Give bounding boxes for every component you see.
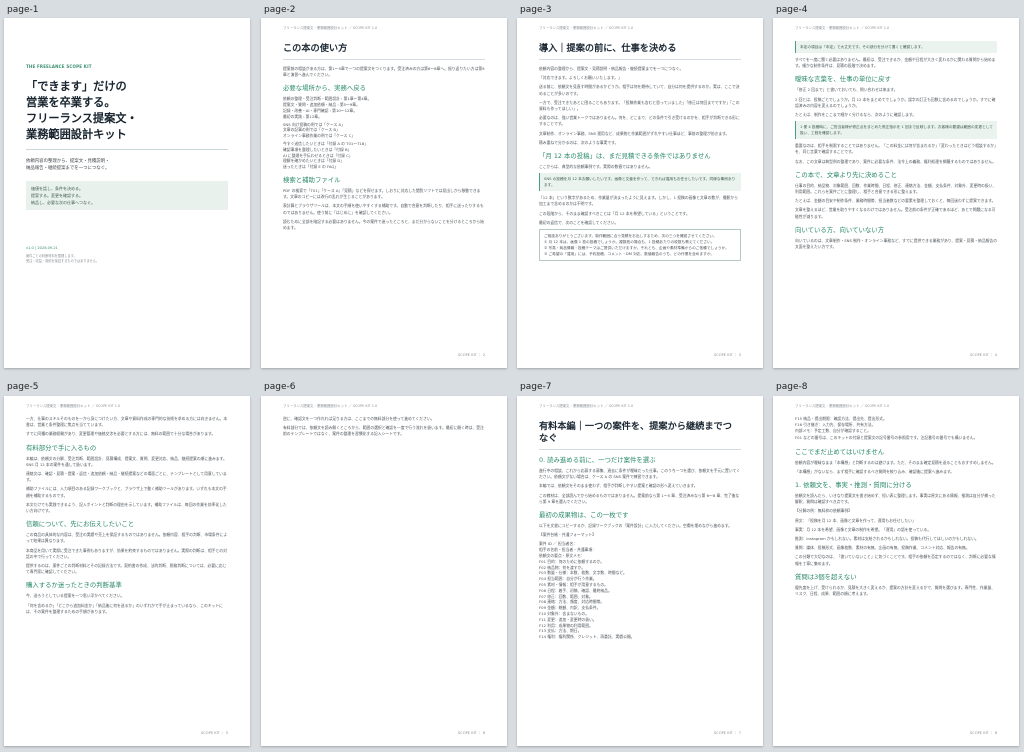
running-header: フリーランス提案文・業務範囲設計キット ／ SCOPE KIT 1.0 (283, 404, 378, 408)
note-callout: 本定の項目は「本定」で大丈夫です。その部分を分けて書くと確認します。 (795, 41, 997, 53)
section-heading: 有料部分で手に入るもの (26, 443, 97, 452)
page-title: 導入｜提案の前に、仕事を決める (539, 43, 741, 60)
page-footer: SCOPE KIT ｜ 7 (714, 731, 741, 735)
section-heading: 曖昧な言葉を、仕事の単位に戻す (795, 75, 891, 84)
section-heading: 向いている方、向いていない方 (795, 225, 885, 234)
page-label-3: page-3 (520, 5, 552, 15)
example-callout: 1 便 4 投稿時に、ご担当者様が修正点をまとめた修正指示を 1 回まで反映しま… (795, 121, 997, 140)
chapter-list: 依頼の整理・受注判断・範囲設計 : 第1章〜第4章。 提案文・質問・追加依頼・納… (283, 96, 372, 119)
page-6[interactable]: フリーランス提案文・業務範囲設計キット ／ SCOPE KIT 1.0 逆に、確… (261, 396, 507, 746)
section-heading: この本で、文章より先に決めること (795, 170, 897, 179)
section-heading: 最初の成果物は、この一枚です (539, 511, 629, 520)
page-5[interactable]: フリーランス提案文・業務範囲設計キット ／ SCOPE KIT 1.0 一方、仕… (4, 396, 250, 746)
page-footer: SCOPE KIT ｜ 4 (970, 353, 997, 357)
page-label-7: page-7 (520, 382, 552, 392)
section-heading: ここでまだ止めてはいけません (795, 447, 885, 456)
section-heading: 「月 12 本の投稿」は、まだ見積できる条件ではありません (539, 152, 711, 161)
cover-subtitle: 依頼内容の整理から、提案文・見積説明・ 納品報告・継続提案までを一つにつなぐ。 (26, 158, 110, 172)
version-label: v1.0 | 2026.09.21 (26, 246, 58, 250)
section-heading: 購入するか迷ったときの判断基準 (26, 581, 122, 590)
page-label-2: page-2 (264, 5, 296, 15)
cover-meta: v1.0 | 2026.09.21 案件ごとの判断材料を整理します。 受注・収益… (26, 246, 228, 264)
cover-summary-box: 価値を話し、条件を決める。 提案する。変更を確認する。 納品し、必要な次の仕事へ… (26, 180, 228, 211)
page-4[interactable]: フリーランス提案文・業務範囲設計キット ／ SCOPE KIT 1.0 本定の項… (773, 18, 1019, 368)
running-header: フリーランス提案文・業務範囲設計キット ／ SCOPE KIT 1.0 (539, 26, 634, 30)
page-title: 有料本編｜一つの案件を、提案から継続までつなぐ (539, 421, 741, 450)
page-label-6: page-6 (264, 382, 296, 392)
section-heading: 信頼について、先にお伝えしたいこと (26, 520, 135, 529)
request-callout: SNS の投稿を月 12 本お願いしたいです。画像と文章を作って、できれば運用も… (539, 173, 741, 192)
section-heading: 1. 依頼文を、事実・推測・質問に分ける (795, 481, 912, 489)
page-7[interactable]: フリーランス提案文・業務範囲設計キット ／ SCOPE KIT 1.0 有料本編… (517, 396, 763, 746)
page-2[interactable]: フリーランス提案文・業務範囲設計キット ／ SCOPE KIT 1.0 この本の… (261, 18, 507, 368)
appendix-list: 今すぐ送信したいときは「付録 A の T01〜T18」 確認事項を整理したいとき… (283, 140, 369, 170)
ledger-continued-list: F15 納品・提出期限：確認方法、提出先、提出形式。 F16 引き継ぎ：入力先、… (795, 416, 887, 433)
page-label-1: page-1 (7, 5, 39, 15)
running-header: フリーランス提案文・業務範囲設計キット ／ SCOPE KIT 1.0 (539, 404, 634, 408)
running-header: フリーランス提案文・業務範囲設計キット ／ SCOPE KIT 1.0 (283, 26, 378, 30)
page-footer: SCOPE KIT ｜ 2 (458, 353, 485, 357)
reply-template-box: ご相談ありがとうございます。制作範囲に合う見積をお出しするため、次の三つを確認さ… (539, 229, 741, 262)
section-heading: 必要な場所から、実務へ戻る (283, 84, 367, 93)
page-1[interactable]: THE FREELANCE SCOPE KIT 「できます」だけの 営業を卒業す… (4, 18, 250, 368)
page-footer: SCOPE KIT ｜ 6 (458, 731, 485, 735)
section-heading: 質問は3個を超えない (795, 572, 857, 581)
page-8[interactable]: フリーランス提案文・業務範囲設計キット ／ SCOPE KIT 1.0 F15 … (773, 396, 1019, 746)
page-label-8: page-8 (776, 382, 808, 392)
page-footer: SCOPE KIT ｜ 8 (970, 731, 997, 735)
cover-title: 「できます」だけの 営業を卒業する。 フリーランス提案文・ 業務範囲設計キット (26, 80, 138, 141)
section-heading: 0. 読み進める前に、一つだけ案件を選ぶ (539, 456, 656, 464)
section-heading: 検索と補助ファイル (283, 175, 341, 184)
running-header: フリーランス提案文・業務範囲設計キット ／ SCOPE KIT 1.0 (795, 26, 890, 30)
page-title: この本の使い方 (283, 43, 485, 60)
running-header: フリーランス提案文・業務範囲設計キット ／ SCOPE KIT 1.0 (795, 404, 890, 408)
case-ledger-list: 案件 ID ／ 担当者名： 相手の名前・担当者・共通事項： 依頼文の要点・原文メ… (539, 541, 635, 640)
cover-kit-label: THE FREELANCE SCOPE KIT (26, 64, 92, 69)
page-footer: SCOPE KIT ｜ 5 (201, 731, 228, 735)
page-footer: SCOPE KIT ｜ 3 (714, 353, 741, 357)
running-header: フリーランス提案文・業務範囲設計キット ／ SCOPE KIT 1.0 (26, 404, 121, 408)
case-list: SNS 向け投稿の例では「ケース A」 文章の記事の例では「ケース B」 オンラ… (283, 121, 356, 139)
cover-divider (26, 149, 228, 150)
page-label-4: page-4 (776, 5, 808, 15)
page-label-5: page-5 (7, 382, 39, 392)
page-3[interactable]: フリーランス提案文・業務範囲設計キット ／ SCOPE KIT 1.0 導入｜提… (517, 18, 763, 368)
